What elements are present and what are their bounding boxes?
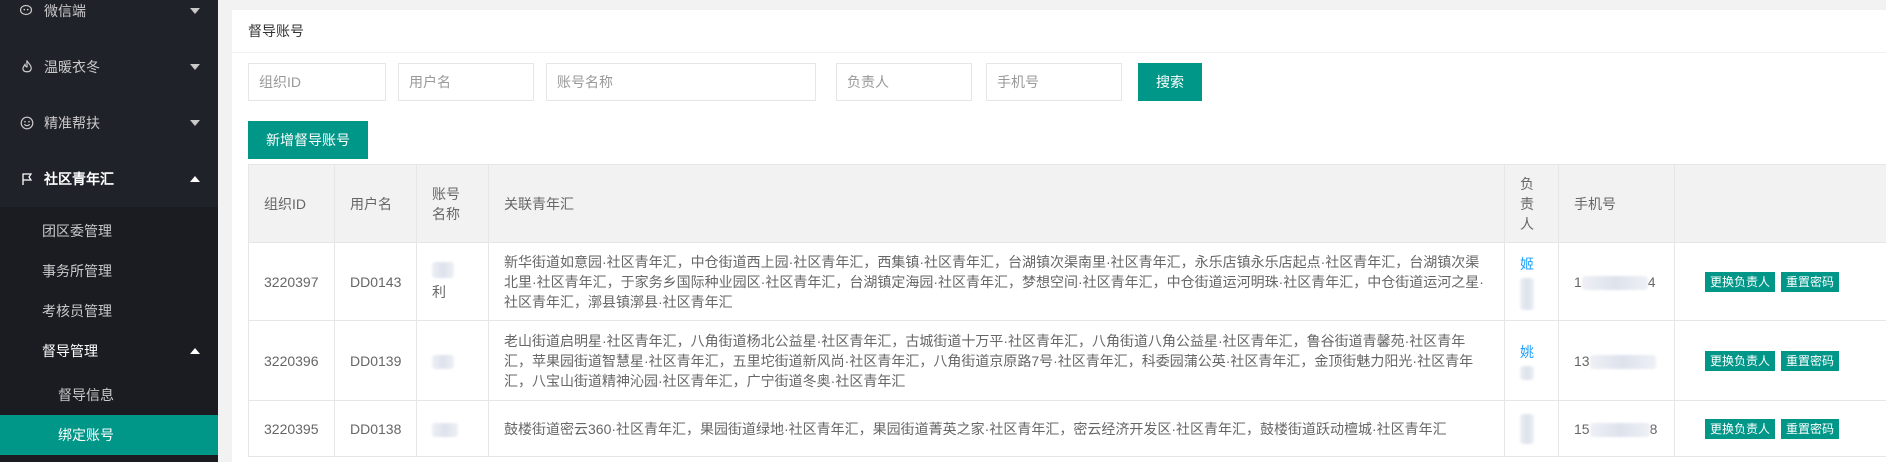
change-manager-button[interactable]: 更换负责人 (1705, 351, 1776, 371)
cell-phone: 15 8 (1558, 400, 1675, 457)
column-header-actions (1674, 164, 1886, 243)
main-panel: 督导账号 搜索 新增督导账号 组织ID 用户名 账号名称 关联青年汇 负责人 手… (232, 10, 1886, 462)
column-header-assoc: 关联青年汇 (488, 164, 1505, 243)
cell-assoc: 新华街道如意园·社区青年汇，中仓街道西上园·社区青年汇，西集镇·社区青年汇，台湖… (488, 242, 1505, 321)
sidebar-item-label: 考核员管理 (42, 303, 112, 319)
sidebar-item-label: 温暖衣冬 (44, 59, 100, 75)
cell-manager (1504, 400, 1559, 457)
manager-input[interactable] (836, 63, 972, 101)
cell-account-name: 利 (416, 242, 489, 321)
cell-phone: 13 (1558, 320, 1675, 401)
redacted-text (1520, 413, 1534, 444)
sidebar-item-label: 团区委管理 (42, 223, 112, 239)
redacted-text (432, 261, 454, 278)
cell-org-id: 3220395 (248, 400, 335, 457)
cell-username: DD0143 (334, 242, 417, 321)
redacted-text (1581, 275, 1648, 290)
add-supervisor-account-button[interactable]: 新增督导账号 (248, 121, 368, 159)
account-name-text: 利 (432, 283, 446, 300)
sidebar-item-label: 精准帮扶 (44, 115, 100, 131)
sidebar-item-supervisor[interactable]: 督导管理 (0, 331, 218, 371)
org-id-input[interactable] (248, 63, 386, 101)
account-name-input[interactable] (546, 63, 816, 101)
redacted-text (1520, 365, 1534, 380)
phone-prefix: 1 (1574, 273, 1582, 290)
table-row: 3220396 DD0139 老山街道启明星·社区青年汇，八角街道杨北公益星·社… (248, 320, 1886, 401)
sidebar-item-label: 微信端 (44, 3, 86, 19)
sidebar: 微信端 温暖衣冬 精准帮扶 社区青年汇 团区委管理 事务所管理 考核员管理 督导… (0, 0, 218, 462)
flame-icon (18, 58, 36, 76)
sidebar-submenu: 团区委管理 事务所管理 考核员管理 督导管理 督导信息 绑定账号 (0, 207, 218, 462)
sidebar-item-supervisor-info[interactable]: 督导信息 (0, 375, 218, 415)
redacted-text (432, 422, 458, 437)
change-manager-button[interactable]: 更换负责人 (1705, 272, 1776, 292)
cell-assoc: 老山街道启明星·社区青年汇，八角街道杨北公益星·社区青年汇，古城街道十万平·社区… (488, 320, 1505, 401)
cell-manager: 姬 (1504, 242, 1559, 321)
sidebar-item-league-committee[interactable]: 团区委管理 (0, 211, 218, 251)
flag-icon (18, 170, 36, 188)
cell-org-id: 3220396 (248, 320, 335, 401)
cell-phone: 14 (1558, 242, 1675, 321)
column-header-phone: 手机号 (1558, 164, 1675, 243)
manager-link[interactable]: 姚 (1520, 342, 1543, 362)
cell-assoc: 鼓楼街道密云360·社区青年汇，果园街道绿地·社区青年汇，果园街道菁英之家·社区… (488, 400, 1505, 457)
redacted-text (432, 354, 454, 369)
change-manager-button[interactable]: 更换负责人 (1705, 419, 1776, 439)
redacted-text (1589, 354, 1656, 369)
cell-account-name (416, 320, 489, 401)
sidebar-item-wechat[interactable]: 微信端 (0, 0, 218, 39)
phone-suffix: 4 (1647, 273, 1656, 290)
cell-actions: 更换负责人 重置密码 (1674, 400, 1886, 457)
username-input[interactable] (398, 63, 534, 101)
cell-manager: 姚 (1504, 320, 1559, 401)
reset-password-button[interactable]: 重置密码 (1781, 419, 1840, 439)
cell-account-name (416, 400, 489, 457)
sidebar-item-office[interactable]: 事务所管理 (0, 251, 218, 291)
sidebar-item-label: 绑定账号 (58, 427, 114, 443)
column-header-manager: 负责人 (1504, 164, 1559, 243)
sidebar-item-label: 事务所管理 (42, 263, 112, 279)
phone-input[interactable] (986, 63, 1122, 101)
page-title: 督导账号 (248, 23, 304, 39)
redacted-text (1520, 277, 1534, 310)
cell-actions: 更换负责人 重置密码 (1674, 242, 1886, 321)
table-header-row: 组织ID 用户名 账号名称 关联青年汇 负责人 手机号 (248, 164, 1886, 243)
phone-prefix: 15 (1574, 420, 1590, 437)
column-header-account-name: 账号名称 (416, 164, 489, 243)
sidebar-item-label: 督导信息 (58, 387, 114, 403)
redacted-text (1589, 422, 1650, 437)
phone-prefix: 13 (1574, 352, 1590, 369)
accounts-table: 组织ID 用户名 账号名称 关联青年汇 负责人 手机号 3220397 DD01… (248, 164, 1886, 457)
reset-password-button[interactable]: 重置密码 (1781, 272, 1840, 292)
sidebar-item-precise-aid[interactable]: 精准帮扶 (0, 95, 218, 151)
manager-link[interactable]: 姬 (1520, 254, 1543, 274)
sidebar-item-warm-winter[interactable]: 温暖衣冬 (0, 39, 218, 95)
sidebar-item-bind-account[interactable]: 绑定账号 (0, 415, 218, 455)
search-button[interactable]: 搜索 (1138, 63, 1202, 101)
chevron-down-icon (190, 120, 200, 126)
cell-username: DD0139 (334, 320, 417, 401)
chevron-up-icon (190, 176, 200, 182)
reset-password-button[interactable]: 重置密码 (1781, 351, 1840, 371)
sidebar-item-label: 督导管理 (42, 343, 98, 359)
chevron-up-icon (190, 348, 200, 354)
column-header-org-id: 组织ID (248, 164, 335, 243)
cell-actions: 更换负责人 重置密码 (1674, 320, 1886, 401)
sidebar-item-label: 社区青年汇 (44, 171, 114, 187)
chevron-down-icon (190, 8, 200, 14)
cell-org-id: 3220397 (248, 242, 335, 321)
divider (232, 52, 1886, 53)
column-header-username: 用户名 (334, 164, 417, 243)
chevron-down-icon (190, 64, 200, 70)
table-row: 3220397 DD0143 利 新华街道如意园·社区青年汇，中仓街道西上园·社… (248, 242, 1886, 321)
wechat-icon (18, 2, 36, 20)
phone-suffix: 8 (1649, 420, 1658, 437)
sidebar-item-youth-community[interactable]: 社区青年汇 (0, 151, 218, 207)
table-row: 3220395 DD0138 鼓楼街道密云360·社区青年汇，果园街道绿地·社区… (248, 400, 1886, 457)
sidebar-item-assessor[interactable]: 考核员管理 (0, 291, 218, 331)
cell-username: DD0138 (334, 400, 417, 457)
smile-icon (18, 114, 36, 132)
